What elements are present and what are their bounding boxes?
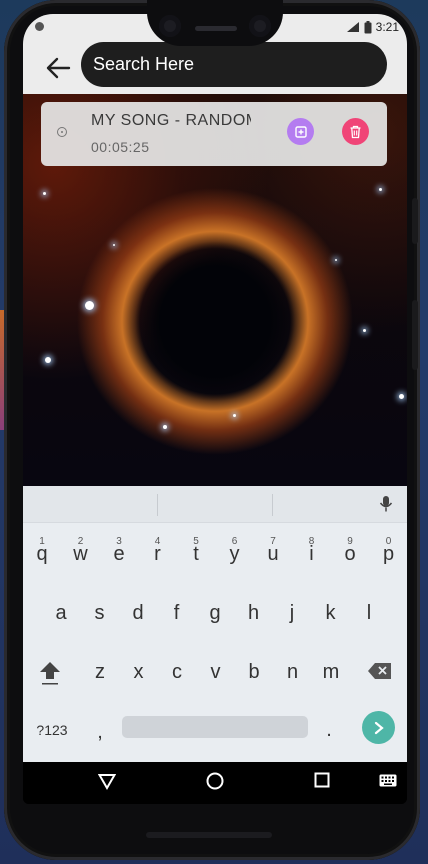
symbols-key[interactable]: ?123 [35, 720, 69, 740]
backspace-icon [368, 663, 391, 679]
battery-icon [364, 20, 372, 33]
shift-icon [40, 662, 60, 685]
suggestion-divider [272, 494, 273, 516]
bottom-speaker [146, 832, 272, 838]
key-hint-3: 3 [116, 536, 122, 547]
song-card[interactable]: MY SONG - RANDOMSING 00:05:25 [41, 102, 387, 166]
key-hint-5: 5 [193, 536, 199, 547]
earpiece [195, 26, 237, 31]
search-input[interactable] [91, 53, 387, 76]
key-p[interactable]: 0p [378, 536, 400, 564]
key-k[interactable]: k [320, 603, 342, 623]
arrow-left-icon [46, 57, 71, 79]
nav-back-button[interactable] [97, 772, 117, 795]
shift-key[interactable] [37, 660, 63, 690]
key-c[interactable]: c [166, 662, 188, 682]
comma-key[interactable]: , [92, 722, 108, 742]
key-hint-4: 4 [154, 536, 161, 547]
star [163, 425, 167, 429]
microphone-icon [379, 496, 393, 512]
key-v[interactable]: v [205, 662, 227, 682]
key-m[interactable]: m [320, 662, 342, 682]
nav-recents-button[interactable] [314, 772, 330, 793]
signal-icon [346, 22, 359, 32]
mic-button[interactable] [379, 495, 393, 518]
phone-frame: 3:21 Search Here MY SONG - RANDO 00:05:2… [4, 0, 420, 860]
key-hint-6: 6 [231, 536, 238, 547]
app-bar [23, 42, 407, 94]
notification-dot-icon [35, 22, 44, 31]
backspace-key[interactable] [365, 662, 395, 684]
star [379, 188, 382, 191]
key-j[interactable]: j [281, 603, 303, 623]
key-y[interactable]: 6y [224, 536, 246, 564]
key-e[interactable]: 3e [108, 536, 130, 564]
nav-home-button[interactable] [206, 772, 224, 795]
star [335, 259, 337, 261]
key-z[interactable]: z [89, 662, 111, 682]
soft-keyboard: 1q 2w 3e 4r 5t 6y 7u 8i 9o 0p asdfghjkl zxcvbnm ?… [23, 486, 407, 762]
status-time: 3:21 [375, 20, 399, 34]
key-hint-1: 1 [39, 536, 45, 547]
key-h[interactable]: h [243, 603, 265, 623]
song-list-background: MY SONG - RANDOMSING 00:05:25 [23, 94, 407, 486]
star [113, 244, 115, 246]
disc-icon [57, 127, 67, 137]
key-t[interactable]: 5t [185, 536, 207, 564]
star [363, 329, 366, 332]
keyboard-icon [379, 774, 397, 787]
key-s[interactable]: s [89, 603, 111, 623]
star [233, 414, 236, 417]
suggestion-divider [157, 494, 158, 516]
add-playlist-icon [294, 125, 307, 138]
key-u[interactable]: 7u [262, 536, 284, 564]
nav-keyboard-button[interactable] [379, 774, 397, 793]
recents-square-icon [314, 772, 330, 788]
key-i[interactable]: 8i [301, 536, 323, 564]
key-hint-9: 9 [347, 536, 353, 547]
key-o[interactable]: 9o [339, 536, 361, 564]
key-x[interactable]: x [128, 662, 150, 682]
key-r[interactable]: 4r [147, 536, 169, 564]
key-l[interactable]: l [358, 603, 380, 623]
front-camera [159, 15, 181, 37]
back-button[interactable] [43, 54, 73, 82]
back-triangle-icon [97, 774, 117, 791]
key-hint-7: 7 [270, 536, 276, 547]
key-d[interactable]: d [127, 603, 149, 623]
front-camera [249, 15, 271, 37]
search-field[interactable] [81, 42, 387, 87]
camera-notch [147, 0, 283, 46]
chevron-right-icon [374, 721, 384, 734]
power-button [412, 198, 418, 244]
trash-icon [350, 125, 361, 138]
space-key[interactable] [122, 716, 308, 738]
key-b[interactable]: b [243, 662, 265, 682]
suggestion-strip [23, 486, 407, 523]
period-key[interactable]: . [321, 720, 337, 740]
enter-key[interactable] [362, 711, 395, 744]
delete-song-button[interactable] [342, 118, 369, 145]
star [85, 301, 94, 310]
star [45, 357, 51, 363]
key-w[interactable]: 2w [70, 536, 92, 564]
star [43, 192, 46, 195]
volume-button [412, 300, 418, 370]
system-nav-bar [23, 762, 407, 804]
key-n[interactable]: n [282, 662, 304, 682]
home-circle-icon [206, 772, 224, 790]
key-q[interactable]: 1q [31, 536, 53, 564]
key-a[interactable]: a [50, 603, 72, 623]
screen: 3:21 Search Here MY SONG - RANDO 00:05:2… [23, 14, 407, 804]
key-hint-8: 8 [308, 536, 315, 547]
key-g[interactable]: g [204, 603, 226, 623]
key-f[interactable]: f [166, 603, 188, 623]
key-hint-2: 2 [77, 536, 84, 547]
song-title: MY SONG - RANDOMSING [91, 112, 251, 129]
status-icons: 3:21 [346, 20, 399, 34]
star [399, 394, 404, 399]
song-duration: 00:05:25 [91, 139, 150, 155]
add-to-playlist-button[interactable] [287, 118, 314, 145]
key-hint-0: 0 [385, 536, 392, 547]
